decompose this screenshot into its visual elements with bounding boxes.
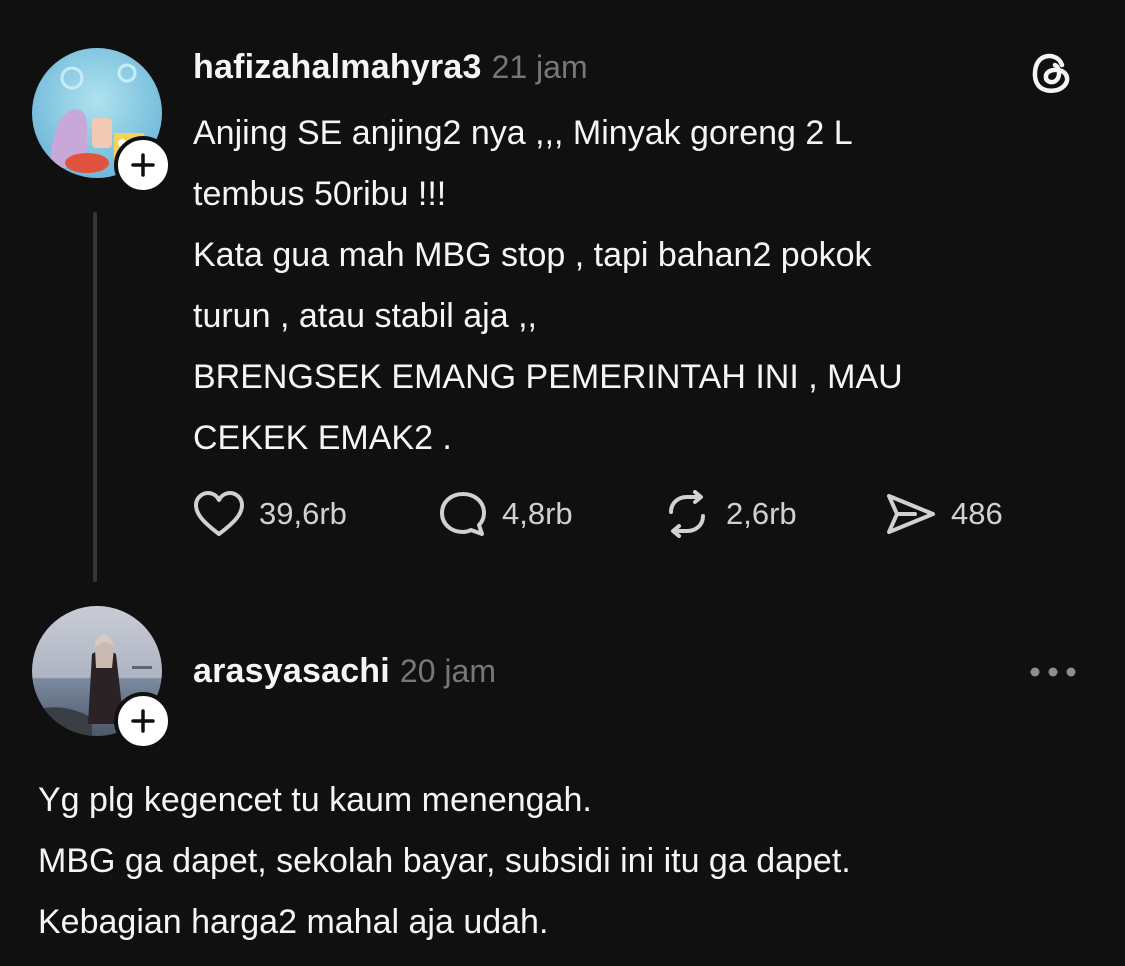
- thread-connector-line: [93, 212, 97, 582]
- like-count: 39,6rb: [259, 496, 347, 531]
- reply-body: Yg plg kegencet tu kaum menengah. MBG ga…: [38, 770, 1098, 953]
- share-count: 486: [951, 496, 1003, 531]
- share-button[interactable]: 486: [885, 490, 1003, 538]
- repost-button[interactable]: 2,6rb: [662, 490, 797, 538]
- reply-text-line: Kebagian harga2 mahal aja udah.: [38, 903, 549, 941]
- threads-logo-icon[interactable]: [1028, 48, 1076, 101]
- heart-icon: [194, 491, 244, 536]
- reply-text-line: Yg plg kegencet tu kaum menengah.: [38, 781, 592, 819]
- plus-icon: [131, 709, 155, 733]
- reply-text-line: MBG ga dapet, sekolah bayar, subsidi ini…: [38, 842, 851, 880]
- post-username[interactable]: hafizahalmahyra3: [193, 48, 482, 87]
- repost-icon: [669, 490, 705, 538]
- post-text-line: tembus 50ribu !!!: [193, 175, 447, 213]
- post-text-line: Kata gua mah MBG stop , tapi bahan2 poko…: [193, 236, 872, 274]
- reply-timestamp: 20 jam: [399, 653, 496, 689]
- post-timestamp: 21 jam: [491, 49, 588, 85]
- post-body: Anjing SE anjing2 nya ,,, Minyak goreng …: [193, 103, 1093, 469]
- more-options-icon[interactable]: [1028, 660, 1078, 689]
- reply-button[interactable]: 4,8rb: [438, 490, 573, 538]
- reply-header: arasyasachi 20 jam: [193, 652, 496, 691]
- reply-count: 4,8rb: [502, 496, 573, 531]
- follow-button[interactable]: [114, 136, 172, 194]
- comment-bubble-icon: [440, 492, 486, 536]
- repost-count: 2,6rb: [726, 496, 797, 531]
- post-header: hafizahalmahyra3 21 jam: [193, 48, 588, 87]
- follow-button[interactable]: [114, 692, 172, 750]
- reply-username[interactable]: arasyasachi: [193, 652, 390, 691]
- plus-icon: [131, 153, 155, 177]
- post-text-line: BRENGSEK EMANG PEMERINTAH INI , MAU: [193, 358, 903, 396]
- post-text-line: turun , atau stabil aja ,,: [193, 297, 537, 335]
- send-icon: [887, 494, 935, 534]
- post-text-line: CEKEK EMAK2 .: [193, 419, 452, 457]
- like-button[interactable]: 39,6rb: [193, 490, 347, 538]
- post-text-line: Anjing SE anjing2 nya ,,, Minyak goreng …: [193, 114, 853, 152]
